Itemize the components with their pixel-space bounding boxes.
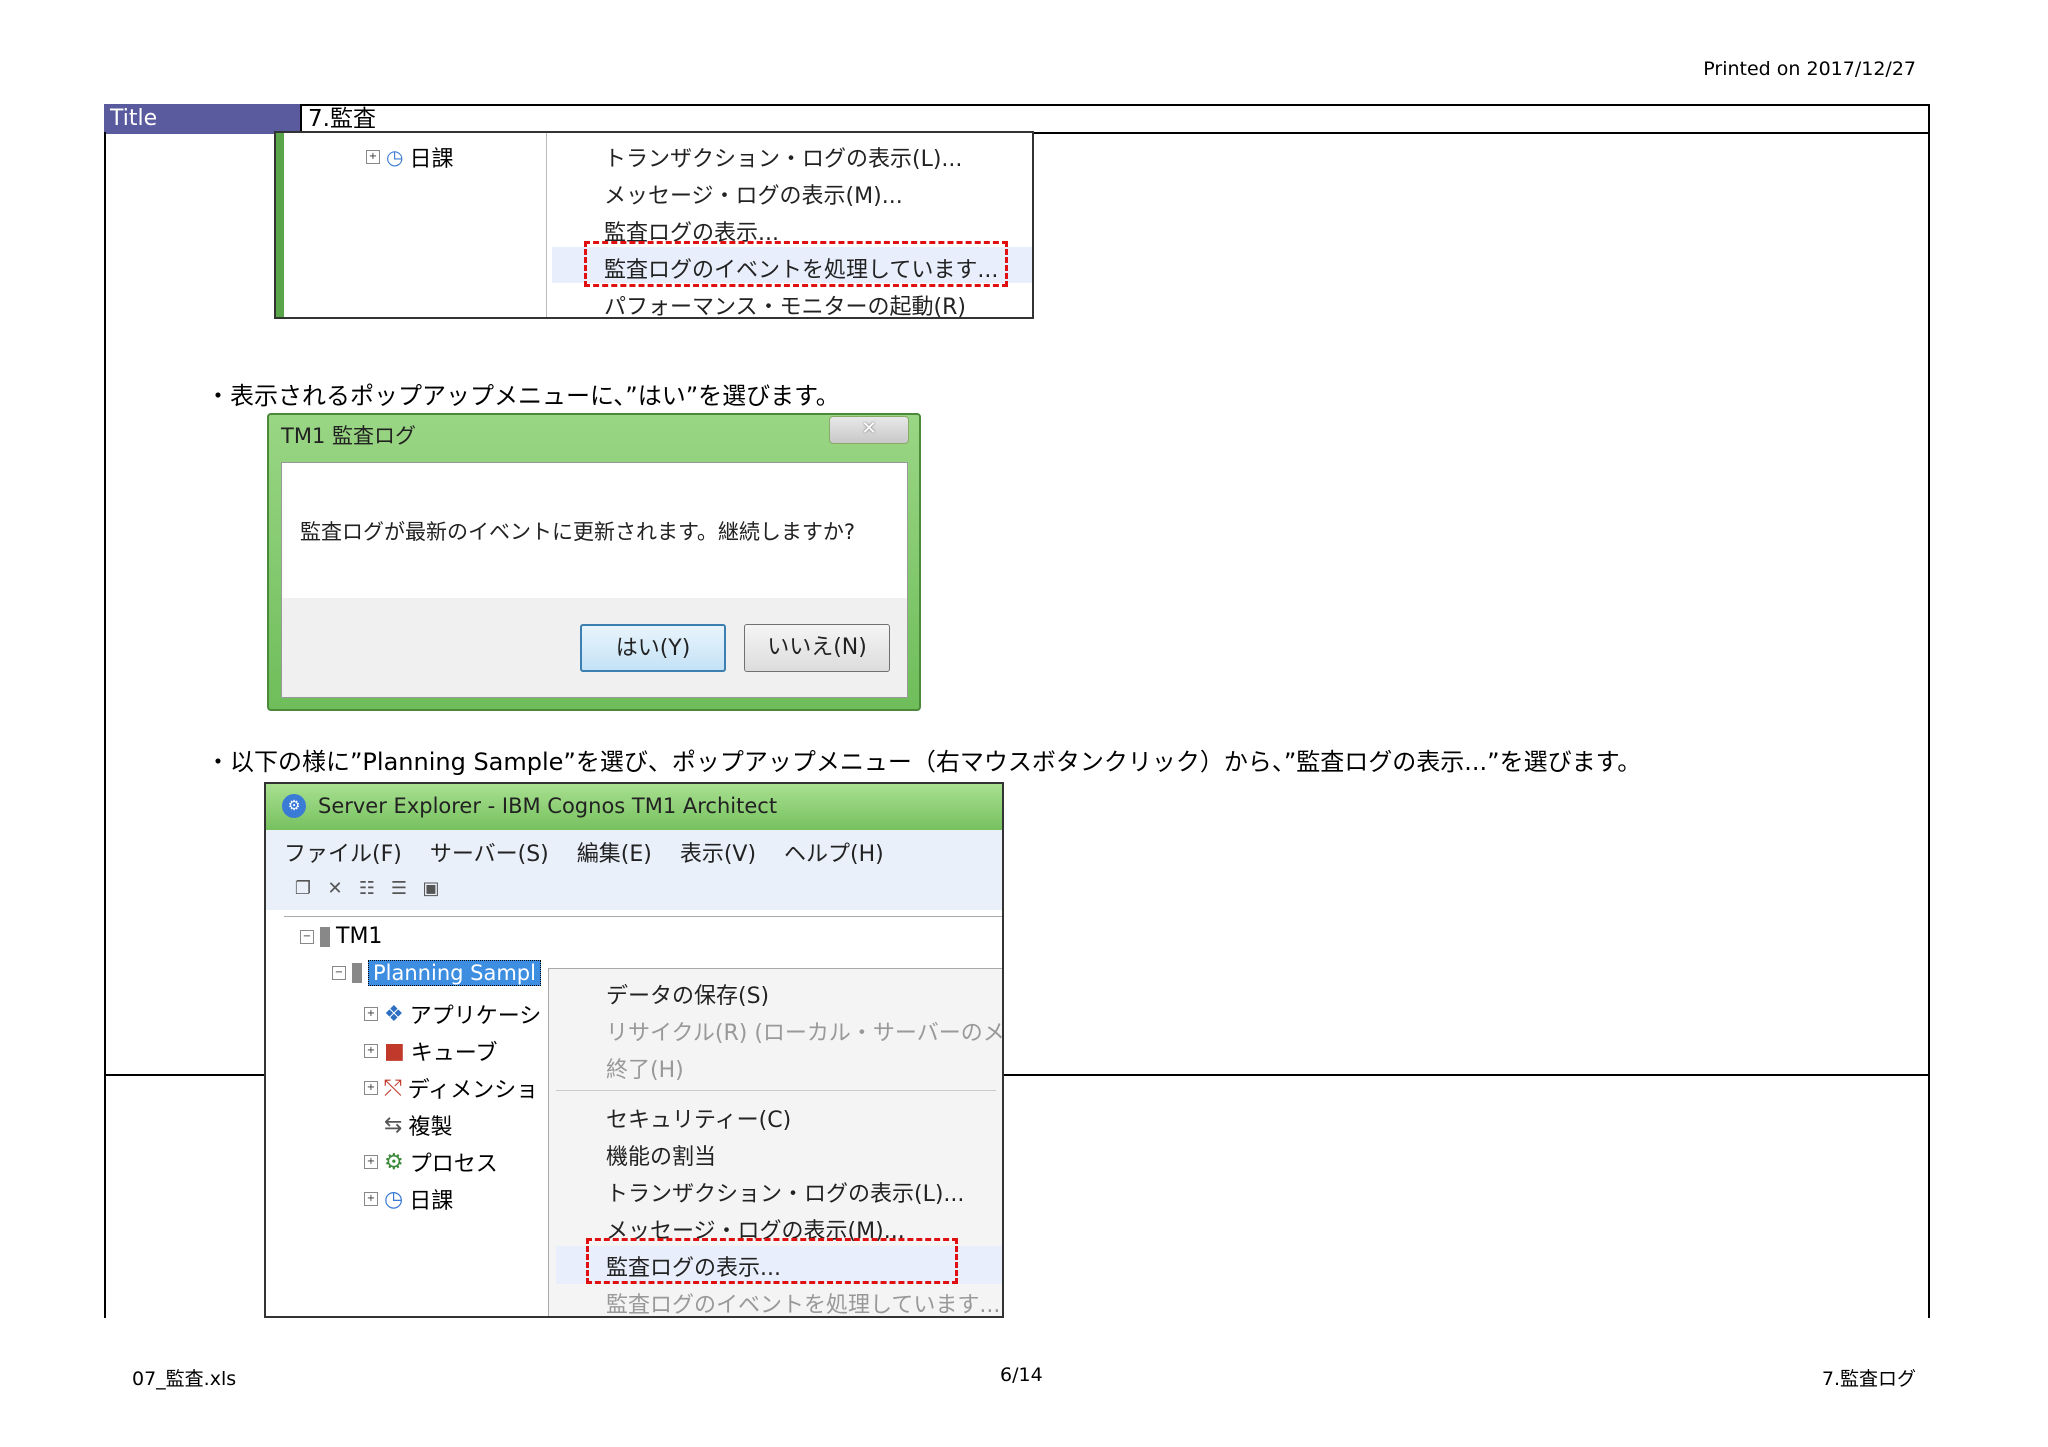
- dimension-icon: ⤲: [384, 1075, 402, 1101]
- highlight-box-audit-log: [586, 1238, 958, 1284]
- frame-mid-rule-right: [1004, 1074, 1930, 1076]
- menubar: ファイル(F) サーバー(S) 編集(E) 表示(V) ヘルプ(H): [284, 836, 884, 868]
- close-icon[interactable]: ✕: [829, 416, 909, 444]
- menu-item-save-data[interactable]: データの保存(S): [606, 978, 769, 1010]
- title-row-frame: [104, 104, 1930, 134]
- tree-item-cubes[interactable]: + ■ キューブ: [364, 1035, 497, 1067]
- menu-item-security[interactable]: セキュリティー(C): [606, 1102, 791, 1134]
- properties-icon[interactable]: ▣: [420, 878, 442, 900]
- footer-sheet-name: 7.監査ログ: [1821, 1368, 1916, 1390]
- tree-expand-icon[interactable]: ☷: [356, 878, 378, 900]
- copy-icon[interactable]: ❐: [292, 878, 314, 900]
- window-title: Server Explorer - IBM Cognos TM1 Archite…: [318, 794, 778, 818]
- menu-edit[interactable]: 編集(E): [577, 836, 652, 868]
- menu-item-performance-monitor[interactable]: パフォーマンス・モニターの起動(R): [604, 289, 966, 317]
- tree-collapse-icon[interactable]: ☰: [388, 878, 410, 900]
- menu-view[interactable]: 表示(V): [680, 836, 756, 868]
- frame-top-rule: [1034, 132, 1930, 134]
- menu-file[interactable]: ファイル(F): [284, 836, 402, 868]
- instruction-2: ・以下の様に”Planning Sample”を選び、ポップアップメニュー（右マ…: [206, 748, 1642, 776]
- highlight-box-process-events: [584, 241, 1008, 287]
- title-label: Title: [104, 104, 300, 134]
- menu-item-transaction-log[interactable]: トランザクション・ログの表示(L)...: [606, 1176, 964, 1208]
- menu-item-transaction-log[interactable]: トランザクション・ログの表示(L)...: [604, 141, 962, 173]
- tree-item-schedule[interactable]: + ◷ 日課: [366, 141, 453, 173]
- process-icon: ⚙: [384, 1149, 404, 1175]
- instruction-1: ・表示されるポップアップメニューに、”はい”を選びます。: [206, 382, 840, 410]
- window-edge: [276, 133, 284, 317]
- menu-separator: [556, 1090, 996, 1091]
- title-value: 7.監査: [300, 104, 376, 134]
- replication-icon: ⇆: [384, 1112, 403, 1138]
- frame-right-border: [1928, 132, 1930, 1318]
- tree-server-planning-sample[interactable]: − Planning Sampl: [332, 960, 541, 986]
- no-button[interactable]: いいえ(N): [744, 624, 890, 672]
- menu-help[interactable]: ヘルプ(H): [784, 836, 884, 868]
- menu-item-message-log[interactable]: メッセージ・ログの表示(M)...: [604, 178, 903, 210]
- menu-server[interactable]: サーバー(S): [430, 836, 549, 868]
- menu-item-capability-assignment[interactable]: 機能の割当: [606, 1139, 716, 1171]
- tree-item-replication[interactable]: ⇆ 複製: [384, 1109, 452, 1141]
- menu-item-process-audit-events: 監査ログのイベントを処理しています...: [606, 1293, 1001, 1318]
- collapse-icon[interactable]: −: [300, 929, 314, 944]
- schedule-icon: ◷: [384, 1186, 404, 1212]
- footer-filename: 07_監査.xls: [132, 1368, 237, 1390]
- screenshot-context-menu-1: + ◷ 日課 トランザクション・ログの表示(L)... メッセージ・ログの表示(…: [274, 131, 1034, 319]
- tree-item-chores[interactable]: + ◷ 日課: [364, 1183, 453, 1215]
- expand-icon[interactable]: +: [366, 150, 380, 164]
- tree-item-dimensions[interactable]: + ⤲ ディメンショ: [364, 1072, 538, 1104]
- tree-item-applications[interactable]: + ❖ アプリケーシ: [364, 998, 541, 1030]
- schedule-icon: ◷: [386, 145, 404, 169]
- tree-item-processes[interactable]: + ⚙ プロセス: [364, 1146, 498, 1178]
- dialog-title: TM1 監査ログ: [281, 424, 416, 448]
- menu-item-recycle: リサイクル(R) (ローカル・サーバーのメモ: [606, 1021, 1004, 1046]
- yes-button[interactable]: はい(Y): [580, 624, 726, 672]
- toolbar: ❐ ✕ ☷ ☰ ▣: [292, 878, 442, 900]
- printed-date: Printed on 2017/12/27: [1703, 58, 1916, 80]
- collapse-icon[interactable]: −: [332, 966, 346, 980]
- delete-icon[interactable]: ✕: [324, 878, 346, 900]
- tree-root-tm1[interactable]: − TM1: [300, 924, 382, 949]
- cube-icon: ■: [384, 1038, 405, 1064]
- footer-page-number: 6/14: [1000, 1364, 1043, 1386]
- app-icon: ⚙: [282, 794, 306, 818]
- server-icon: [320, 926, 330, 947]
- dialog-message: 監査ログが最新のイベントに更新されます。継続しますか?: [300, 520, 856, 544]
- menu-left-edge: [546, 133, 547, 317]
- applications-icon: ❖: [384, 1001, 404, 1027]
- frame-mid-rule-left: [104, 1074, 266, 1076]
- server-icon: [352, 963, 362, 983]
- menu-item-shutdown: 終了(H): [606, 1058, 684, 1083]
- frame-left-border: [104, 132, 106, 1318]
